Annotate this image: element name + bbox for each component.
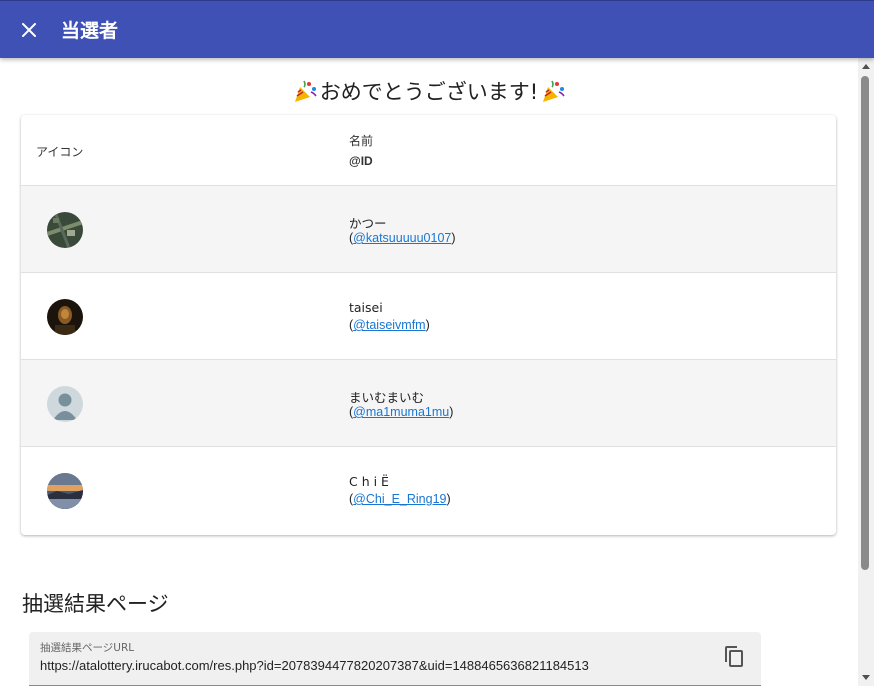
scroll-thumb[interactable] — [861, 76, 869, 570]
header-id-column: @ID — [349, 154, 373, 168]
congrats-heading: おめでとうございます! — [0, 77, 858, 105]
winner-name: かつー — [349, 216, 387, 231]
party-popper-icon — [543, 80, 565, 102]
result-url-field[interactable]: 抽選結果ページURL https://atalottery.irucabot.c… — [29, 632, 761, 686]
vertical-scrollbar[interactable] — [858, 58, 874, 686]
result-url-value[interactable]: https://atalottery.irucabot.com/res.php?… — [40, 658, 720, 673]
result-page-heading: 抽選結果ページ — [22, 592, 169, 616]
winner-id: (@Chi_E_Ring19) — [349, 492, 451, 506]
scroll-up-arrow-icon[interactable] — [862, 64, 870, 69]
header-icon-column: アイコン — [36, 145, 84, 159]
dialog-title: 当選者 — [61, 20, 119, 42]
table-row: かつー (@katsuuuuu0107) — [21, 186, 836, 273]
congrats-text: おめでとうございます! — [319, 80, 539, 104]
party-popper-icon — [294, 80, 317, 102]
default-user-avatar — [47, 386, 83, 422]
dialog-content: おめでとうございます! アイコン 名前 @ID かつー (@katsuuuuu0… — [0, 58, 858, 686]
aerial-photo-avatar — [47, 212, 83, 248]
table-row: まいむまいむ (@ma1muma1mu) — [21, 360, 836, 447]
winner-id-link[interactable]: @taiseivmfm — [353, 318, 425, 332]
scroll-down-arrow-icon[interactable] — [862, 675, 870, 680]
sunset-landscape-avatar — [47, 473, 83, 509]
table-header: アイコン 名前 @ID — [21, 115, 836, 186]
table-row: taisei (@taiseivmfm) — [21, 273, 836, 360]
result-url-label: 抽選結果ページURL — [40, 642, 135, 654]
close-button[interactable] — [9, 10, 49, 50]
winner-id: (@ma1muma1mu) — [349, 405, 454, 419]
copy-icon — [725, 646, 743, 667]
winner-id-link[interactable]: @ma1muma1mu — [353, 405, 449, 419]
winner-id: (@taiseivmfm) — [349, 318, 430, 332]
winner-id: (@katsuuuuu0107) — [349, 231, 456, 245]
table-row: C h i Ë (@Chi_E_Ring19) — [21, 447, 836, 534]
winner-name: C h i Ë — [349, 474, 389, 489]
dark-portrait-avatar — [47, 299, 83, 335]
header-name-column: 名前 — [349, 134, 374, 148]
dialog-toolbar: 当選者 — [0, 0, 874, 58]
close-icon — [22, 22, 36, 37]
winners-table: アイコン 名前 @ID かつー (@katsuuuuu0107) taisei … — [21, 115, 836, 535]
winner-id-link[interactable]: @katsuuuuu0107 — [353, 231, 451, 245]
winner-id-link[interactable]: @Chi_E_Ring19 — [353, 492, 446, 506]
copy-button[interactable] — [723, 645, 745, 669]
winner-name: taisei — [349, 300, 383, 315]
winner-name: まいむまいむ — [349, 390, 425, 405]
